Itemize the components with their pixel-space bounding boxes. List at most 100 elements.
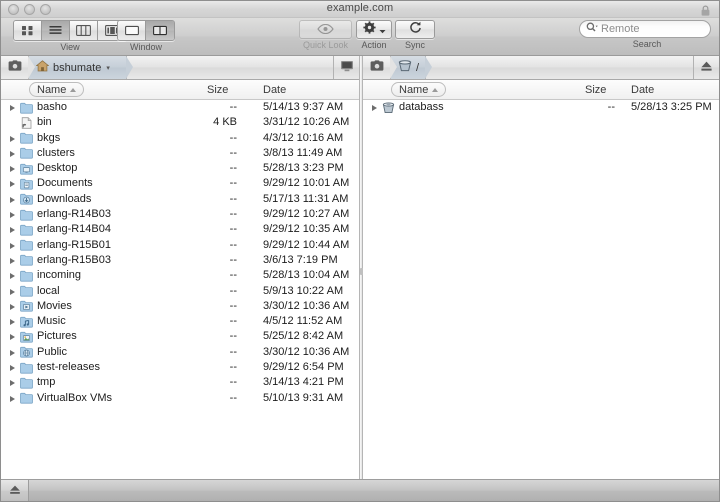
status-eject-button[interactable]	[1, 480, 29, 501]
folder-icon	[20, 209, 33, 221]
remote-file-list[interactable]: databass--5/28/13 3:25 PM	[363, 100, 719, 479]
file-size: --	[177, 391, 237, 406]
sync-caption: Sync	[395, 40, 435, 50]
disclosure-triangle-icon[interactable]	[10, 181, 15, 187]
file-row[interactable]: tmp--3/14/13 4:21 PM	[1, 375, 359, 390]
eject-icon	[700, 59, 713, 77]
view-segmented-control[interactable]	[13, 20, 127, 41]
file-row[interactable]: clusters--3/8/13 11:49 AM	[1, 146, 359, 161]
file-row[interactable]: Music--4/5/12 11:52 AM	[1, 314, 359, 329]
file-size: --	[555, 100, 615, 115]
search-field[interactable]: Remote	[579, 20, 711, 38]
local-header-name[interactable]: Name	[29, 82, 84, 97]
file-row[interactable]: bin4 KB3/31/12 10:26 AM	[1, 115, 359, 130]
disclosure-triangle-icon[interactable]	[10, 227, 15, 233]
file-row[interactable]: databass--5/28/13 3:25 PM	[363, 100, 719, 115]
disclosure-triangle-icon[interactable]	[10, 136, 15, 142]
file-date: 3/8/13 11:49 AM	[263, 146, 342, 161]
column-view-button[interactable]	[70, 21, 98, 40]
window-segmented-control[interactable]	[117, 20, 175, 41]
file-name: erlang-R15B03	[37, 253, 111, 268]
disclosure-triangle-icon[interactable]	[10, 289, 15, 295]
action-button[interactable]	[356, 20, 392, 39]
file-row[interactable]: Public--3/30/12 10:36 AM	[1, 345, 359, 360]
disclosure-triangle-icon[interactable]	[10, 304, 15, 310]
file-name: Documents	[37, 176, 93, 191]
file-name: basho	[37, 100, 67, 115]
file-row[interactable]: basho--5/14/13 9:37 AM	[1, 100, 359, 115]
file-date: 9/29/12 10:44 AM	[263, 238, 349, 253]
local-header-date[interactable]: Date	[263, 82, 286, 97]
local-crumb-home[interactable]: bshumate ▾	[29, 56, 127, 79]
disclosure-triangle-icon[interactable]	[10, 273, 15, 279]
file-row[interactable]: incoming--5/28/13 10:04 AM	[1, 268, 359, 283]
file-row[interactable]: erlang-R15B03--3/6/13 7:19 PM	[1, 253, 359, 268]
disclosure-triangle-icon[interactable]	[10, 396, 15, 402]
disclosure-triangle-icon[interactable]	[10, 212, 15, 218]
sync-button[interactable]	[395, 20, 435, 39]
file-name: VirtualBox VMs	[37, 391, 112, 406]
local-file-list[interactable]: basho--5/14/13 9:37 AMbin4 KB3/31/12 10:…	[1, 100, 359, 479]
local-header-size[interactable]: Size	[207, 82, 228, 97]
quick-look-button[interactable]	[299, 20, 352, 39]
file-browser-window: example.com	[0, 0, 720, 502]
file-date: 3/30/12 10:36 AM	[263, 299, 349, 314]
list-view-button[interactable]	[42, 21, 70, 40]
file-name: test-releases	[37, 360, 100, 375]
file-row[interactable]: Pictures--5/25/12 8:42 AM	[1, 329, 359, 344]
movies-folder-icon	[20, 300, 33, 312]
disclosure-triangle-icon[interactable]	[10, 197, 15, 203]
remote-disk-icon	[382, 102, 395, 114]
toolbar: View Window	[1, 18, 719, 56]
local-crumb-root[interactable]	[1, 56, 29, 79]
file-row[interactable]: erlang-R14B03--9/29/12 10:27 AM	[1, 207, 359, 222]
remote-header-date[interactable]: Date	[631, 82, 654, 97]
local-computer-button[interactable]	[333, 56, 359, 79]
chevron-down-icon	[379, 21, 386, 39]
search-icon[interactable]	[586, 20, 598, 38]
path-disclosure-icon[interactable]: ▾	[106, 64, 110, 72]
file-date: 5/14/13 9:37 AM	[263, 100, 343, 115]
file-name: Desktop	[37, 161, 77, 176]
remote-eject-button[interactable]	[693, 56, 719, 79]
file-date: 9/29/12 6:54 PM	[263, 360, 344, 375]
file-size: --	[177, 314, 237, 329]
disclosure-triangle-icon[interactable]	[10, 350, 15, 356]
file-date: 9/29/12 10:35 AM	[263, 222, 349, 237]
folder-icon	[20, 239, 33, 251]
disclosure-triangle-icon[interactable]	[10, 151, 15, 157]
file-row[interactable]: Desktop--5/28/13 3:23 PM	[1, 161, 359, 176]
file-name: bkgs	[37, 131, 60, 146]
file-row[interactable]: local--5/9/13 10:22 AM	[1, 284, 359, 299]
single-pane-button[interactable]	[118, 21, 146, 40]
icon-view-button[interactable]	[14, 21, 42, 40]
remote-header-name[interactable]: Name	[391, 82, 446, 97]
disclosure-triangle-icon[interactable]	[372, 105, 377, 111]
remote-header-size[interactable]: Size	[585, 82, 606, 97]
disclosure-triangle-icon[interactable]	[10, 243, 15, 249]
file-row[interactable]: erlang-R15B01--9/29/12 10:44 AM	[1, 238, 359, 253]
remote-crumb-root[interactable]	[363, 56, 391, 79]
gear-icon	[363, 21, 376, 39]
disclosure-triangle-icon[interactable]	[10, 380, 15, 386]
disclosure-triangle-icon[interactable]	[10, 319, 15, 325]
disclosure-triangle-icon[interactable]	[10, 258, 15, 264]
file-date: 5/17/13 11:31 AM	[263, 192, 348, 207]
disclosure-triangle-icon[interactable]	[10, 365, 15, 371]
file-date: 4/5/12 11:52 AM	[263, 314, 342, 329]
quick-look-caption: Quick Look	[299, 40, 352, 50]
disclosure-triangle-icon[interactable]	[10, 166, 15, 172]
file-row[interactable]: test-releases--9/29/12 6:54 PM	[1, 360, 359, 375]
disclosure-triangle-icon[interactable]	[10, 105, 15, 111]
disclosure-triangle-icon[interactable]	[10, 334, 15, 340]
folder-icon	[20, 392, 33, 404]
file-row[interactable]: Documents--9/29/12 10:01 AM	[1, 176, 359, 191]
file-row[interactable]: Movies--3/30/12 10:36 AM	[1, 299, 359, 314]
local-path-bar: bshumate ▾	[1, 56, 359, 80]
file-row[interactable]: bkgs--4/3/12 10:16 AM	[1, 131, 359, 146]
dual-pane-button[interactable]	[146, 21, 174, 40]
file-row[interactable]: VirtualBox VMs--5/10/13 9:31 AM	[1, 391, 359, 406]
file-row[interactable]: Downloads--5/17/13 11:31 AM	[1, 192, 359, 207]
file-size: --	[177, 299, 237, 314]
file-row[interactable]: erlang-R14B04--9/29/12 10:35 AM	[1, 222, 359, 237]
